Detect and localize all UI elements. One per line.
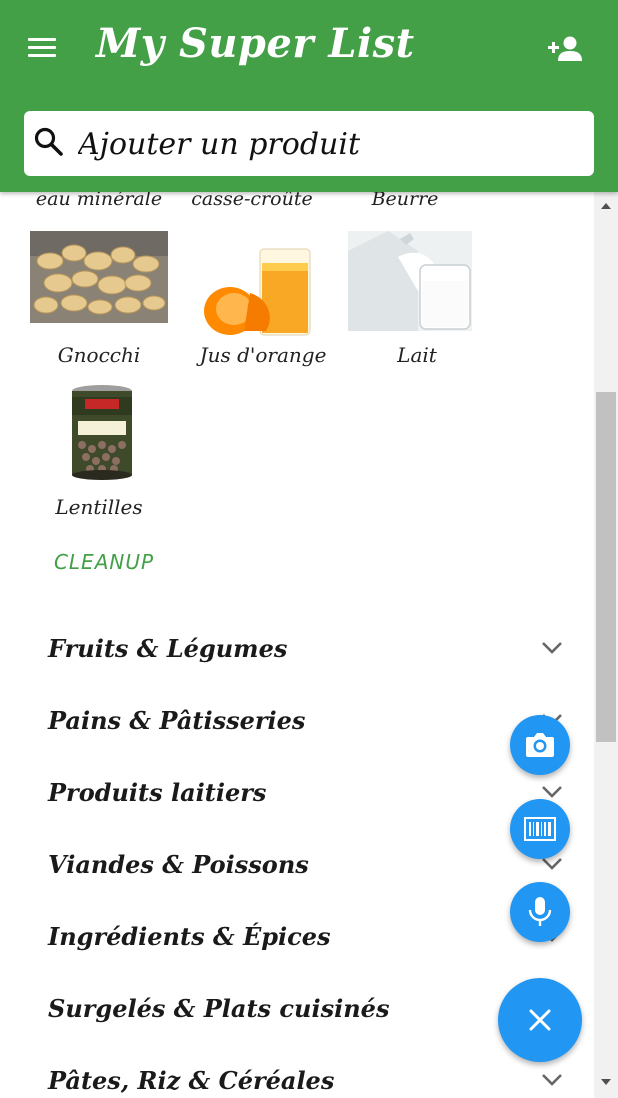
chevron-down-icon — [542, 786, 562, 798]
lentils-can-image — [30, 383, 180, 483]
product-label: Lentilles — [55, 495, 143, 519]
chevron-down-icon — [542, 1074, 562, 1086]
milk-image — [348, 231, 498, 331]
category-ingredients-epices[interactable]: Ingrédients & Épices — [0, 904, 594, 976]
product-label: casse-croûte — [191, 192, 313, 210]
category-label: Produits laitiers — [48, 778, 267, 807]
category-viandes-poissons[interactable]: Viandes & Poissons — [0, 832, 594, 904]
barcode-button[interactable] — [510, 799, 570, 859]
product-label: Lait — [397, 343, 437, 367]
product-tile-milk[interactable]: Lait — [348, 231, 498, 371]
category-pains-patisseries[interactable]: Pains & Pâtisseries — [0, 688, 594, 760]
scrollbar-thumb[interactable] — [596, 392, 616, 742]
microphone-icon — [528, 897, 552, 926]
product-tile-orange-juice[interactable]: Jus d'orange — [194, 231, 344, 371]
product-list-area[interactable]: eau minérale casse-croûte Beurre Gnocchi… — [0, 192, 594, 1098]
product-label: eau minérale — [35, 192, 163, 210]
gnocchi-image — [30, 231, 180, 331]
app-title: My Super List — [96, 20, 415, 67]
product-label: Gnocchi — [57, 343, 141, 367]
search-input[interactable] — [76, 119, 580, 169]
category-fruits-legumes[interactable]: Fruits & Légumes — [0, 616, 594, 688]
search-icon — [34, 127, 63, 156]
category-label: Surgelés & Plats cuisinés — [48, 994, 390, 1023]
camera-button[interactable] — [510, 715, 570, 775]
person-add-icon[interactable] — [546, 34, 586, 64]
menu-icon[interactable] — [28, 38, 56, 62]
category-label: Viandes & Poissons — [48, 850, 309, 879]
category-label: Fruits & Légumes — [48, 634, 288, 663]
orange-juice-image — [194, 231, 344, 336]
camera-icon — [526, 733, 554, 757]
category-label: Ingrédients & Épices — [48, 922, 331, 951]
product-tile-lentils[interactable]: Lentilles — [30, 383, 180, 523]
scroll-down-arrow-icon[interactable] — [594, 1076, 618, 1090]
chevron-down-icon — [542, 642, 562, 654]
scrollbar[interactable] — [594, 192, 618, 1098]
app-bar: My Super List — [0, 0, 618, 192]
barcode-icon — [524, 817, 556, 841]
close-icon — [529, 1009, 551, 1031]
category-pates-riz-cereales[interactable]: Pâtes, Riz & Céréales — [0, 1048, 594, 1098]
scroll-up-arrow-icon[interactable] — [594, 198, 618, 212]
close-button[interactable] — [498, 978, 582, 1062]
category-label: Pâtes, Riz & Céréales — [48, 1066, 335, 1095]
microphone-button[interactable] — [510, 882, 570, 942]
category-label: Pains & Pâtisseries — [48, 706, 306, 735]
category-produits-laitiers[interactable]: Produits laitiers — [0, 760, 594, 832]
product-tile-gnocchi[interactable]: Gnocchi — [30, 231, 180, 371]
partial-row: eau minérale casse-croûte Beurre — [0, 192, 594, 214]
product-label: Jus d'orange — [199, 343, 327, 367]
product-label: Beurre — [371, 192, 439, 210]
cleanup-button[interactable]: CLEANUP — [44, 550, 164, 574]
search-box — [24, 111, 594, 176]
